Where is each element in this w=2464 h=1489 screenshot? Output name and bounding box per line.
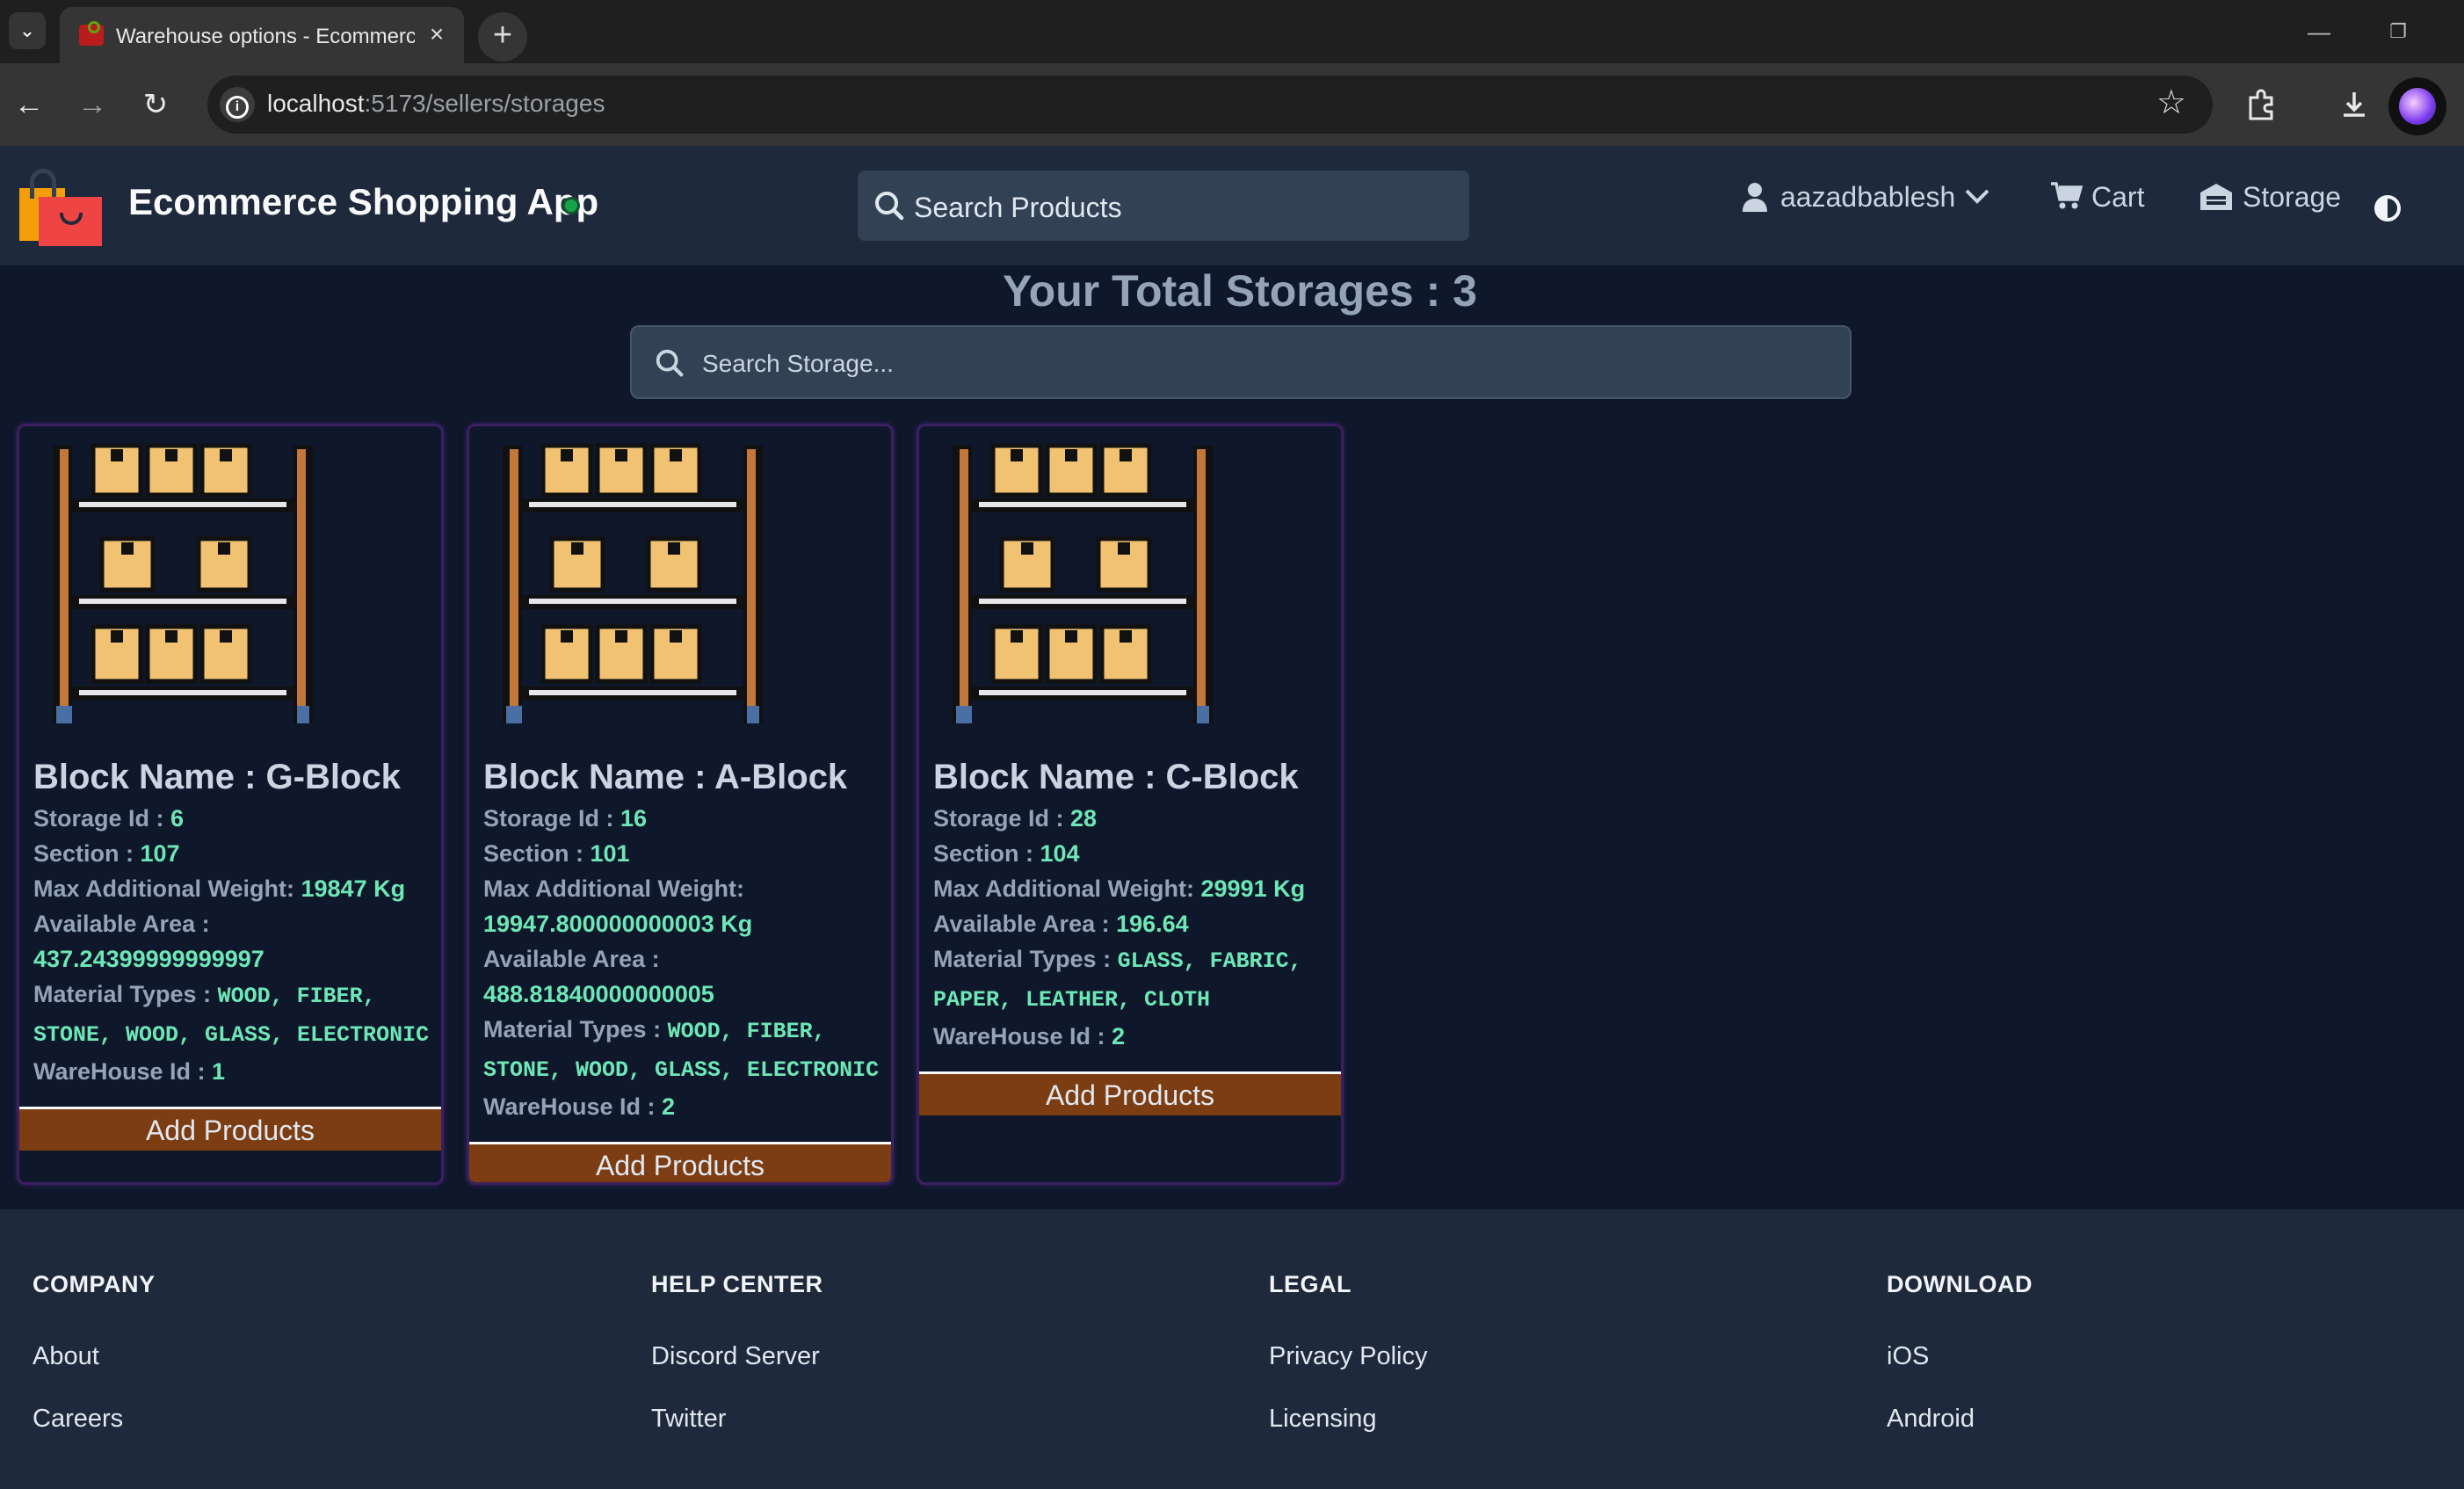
user-menu[interactable]: aazadbablesh — [1742, 181, 1990, 230]
online-status-dot — [562, 197, 580, 214]
new-tab-plus-icon[interactable]: + — [478, 12, 527, 62]
search-icon — [875, 192, 904, 221]
search-storage-input[interactable]: Search Storage... — [630, 325, 1852, 399]
footer-link-privacy-policy[interactable]: Privacy Policy — [1269, 1342, 1428, 1371]
shopping-bag-logo-icon[interactable] — [19, 165, 102, 246]
warehouse-id-row: WareHouse Id : 2 — [933, 1023, 1126, 1050]
storage-link[interactable]: Storage — [2199, 181, 2341, 230]
footer-heading: LEGAL — [1269, 1271, 1352, 1297]
material-types-row: Material Types : GLASS, FABRIC, PAPER, LE… — [933, 946, 1302, 1013]
gift-favicon-icon — [79, 21, 104, 46]
footer-column-company: COMPANY About Careers — [33, 1271, 156, 1434]
download-icon[interactable] — [2330, 81, 2378, 128]
browser-tab[interactable]: Warehouse options - Ecommerce Shopping A… — [60, 7, 464, 63]
bookmark-star-icon[interactable]: ☆ — [2156, 83, 2186, 122]
search-storage-placeholder: Search Storage... — [702, 350, 894, 377]
footer-heading: COMPANY — [33, 1271, 156, 1297]
add-products-button[interactable]: Add Products — [19, 1107, 441, 1151]
section-row: Section : 101 — [483, 840, 630, 867]
footer-link-twitter[interactable]: Twitter — [651, 1405, 823, 1434]
url-field[interactable]: i localhost:5173/sellers/storages ☆ — [207, 76, 2213, 134]
storage-details: Block Name : C-Block Storage Id : 28 Sec… — [933, 753, 1336, 1054]
storage-details: Block Name : A-Block Storage Id : 16 Sec… — [483, 753, 886, 1124]
footer-link-careers[interactable]: Careers — [33, 1405, 156, 1434]
username-label: aazadbablesh — [1780, 181, 1956, 213]
url-text: localhost:5173/sellers/storages — [267, 90, 605, 117]
reload-icon[interactable]: ↻ — [132, 81, 179, 128]
minimize-icon[interactable]: — — [2279, 0, 2359, 63]
add-products-button[interactable]: Add Products — [469, 1142, 891, 1182]
warehouse-shelf-icon — [953, 443, 1213, 723]
theme-toggle-icon[interactable] — [2374, 195, 2401, 222]
max-weight-row: Max Additional Weight: 19947.80000000000… — [483, 875, 753, 937]
page-title: Your Total Storages : 3 — [1003, 266, 1477, 316]
tab-title: Warehouse options - Ecommerce Shopping A… — [116, 25, 415, 48]
footer-link-android[interactable]: Android — [1887, 1405, 2033, 1434]
section-row: Section : 107 — [33, 840, 180, 867]
chevron-down-icon — [1965, 189, 1989, 204]
footer: COMPANY About Careers HELP CENTER Discor… — [0, 1209, 2464, 1489]
search-products-placeholder: Search Products — [914, 192, 1122, 223]
material-types-row: Material Types : WOOD, FIBER, STONE, WOOD… — [33, 981, 430, 1048]
footer-link-discord[interactable]: Discord Server — [651, 1342, 823, 1371]
close-tab-icon[interactable]: × — [422, 19, 452, 49]
warehouse-id-row: WareHouse Id : 2 — [483, 1093, 676, 1120]
brand-title[interactable]: Ecommerce Shopping App — [128, 181, 598, 223]
back-arrow-icon[interactable]: ← — [5, 81, 53, 128]
available-area-row: Available Area : 196.64 — [933, 911, 1189, 937]
storage-id-row: Storage Id : 6 — [33, 805, 185, 832]
footer-column-help-center: HELP CENTER Discord Server Twitter — [651, 1271, 823, 1434]
storage-card-g-block: Block Name : G-Block Storage Id : 6 Sect… — [17, 424, 444, 1185]
available-area-row: Available Area : 488.81840000000005 — [483, 946, 714, 1007]
cart-link[interactable]: Cart — [2051, 181, 2144, 230]
cart-icon — [2051, 182, 2084, 209]
address-bar-row: ← → ↻ i localhost:5173/sellers/storages … — [0, 63, 2464, 146]
footer-link-ios[interactable]: iOS — [1887, 1342, 2033, 1371]
footer-column-download: DOWNLOAD iOS Android — [1887, 1271, 2033, 1434]
block-name: Block Name : C-Block — [933, 758, 1299, 796]
profile-avatar[interactable] — [2388, 77, 2446, 135]
forward-arrow-icon[interactable]: → — [69, 81, 116, 128]
storage-card-a-block: Block Name : A-Block Storage Id : 16 Sec… — [467, 424, 894, 1185]
restore-icon[interactable]: ❐ — [2359, 0, 2438, 63]
tab-search-chevron-icon[interactable]: ⌄ — [9, 12, 46, 49]
search-products-input[interactable]: Search Products — [858, 171, 1469, 241]
extensions-puzzle-icon[interactable] — [2237, 81, 2285, 128]
section-row: Section : 104 — [933, 840, 1080, 867]
warehouse-icon — [2200, 184, 2232, 210]
app-header: Ecommerce Shopping App Search Products a… — [0, 146, 2464, 265]
warehouse-shelf-icon — [503, 443, 763, 723]
max-weight-row: Max Additional Weight: 19847 Kg — [33, 875, 406, 902]
footer-heading: HELP CENTER — [651, 1271, 823, 1297]
footer-column-legal: LEGAL Privacy Policy Licensing — [1269, 1271, 1428, 1434]
footer-link-licensing[interactable]: Licensing — [1269, 1405, 1428, 1434]
warehouse-shelf-icon — [53, 443, 313, 723]
storage-card-c-block: Block Name : C-Block Storage Id : 28 Sec… — [917, 424, 1344, 1185]
footer-heading: DOWNLOAD — [1887, 1271, 2033, 1297]
browser-tab-bar: ⌄ Warehouse options - Ecommerce Shopping… — [0, 0, 2464, 63]
material-types-row: Material Types : WOOD, FIBER, STONE, WOOD… — [483, 1016, 880, 1083]
block-name: Block Name : G-Block — [33, 758, 401, 796]
max-weight-row: Max Additional Weight: 29991 Kg — [933, 875, 1306, 902]
warehouse-id-row: WareHouse Id : 1 — [33, 1058, 226, 1085]
storage-details: Block Name : G-Block Storage Id : 6 Sect… — [33, 753, 436, 1089]
footer-link-about[interactable]: About — [33, 1342, 156, 1371]
add-products-button[interactable]: Add Products — [919, 1071, 1341, 1115]
available-area-row: Available Area : 437.24399999999997 — [33, 911, 265, 972]
storage-id-row: Storage Id : 28 — [933, 805, 1098, 832]
site-info-icon[interactable]: i — [220, 87, 255, 122]
block-name: Block Name : A-Block — [483, 758, 848, 796]
more-menu-icon[interactable]: ⋮ — [2452, 179, 2464, 207]
storage-id-row: Storage Id : 16 — [483, 805, 648, 832]
search-icon — [656, 349, 684, 377]
user-icon — [1743, 183, 1767, 212]
